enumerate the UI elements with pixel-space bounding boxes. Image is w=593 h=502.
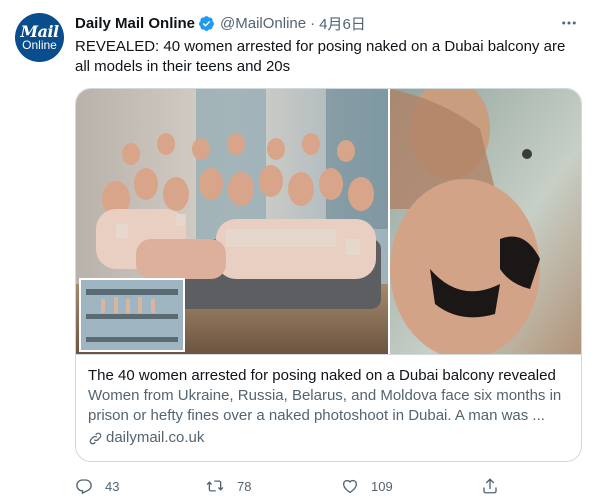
card-image-portrait	[388, 89, 581, 354]
card-domain: dailymail.co.uk	[88, 428, 569, 448]
share-icon	[483, 478, 497, 494]
tweet-text: REVEALED: 40 women arrested for posing n…	[75, 38, 566, 75]
like-button[interactable]: 109	[341, 474, 393, 498]
tweet-date[interactable]: 4月6日	[319, 13, 366, 34]
retweet-button[interactable]: 78	[205, 474, 251, 498]
like-icon	[342, 479, 358, 494]
avatar-logo-line1: Mail	[20, 21, 59, 41]
reply-button[interactable]: 43	[75, 474, 119, 498]
card-title: The 40 women arrested for posing naked o…	[88, 367, 556, 384]
avatar-logo-line2: Online	[22, 37, 57, 52]
card-domain-text: dailymail.co.uk	[106, 429, 205, 446]
retweet-icon	[206, 480, 224, 492]
author-name[interactable]: Daily Mail Online	[75, 15, 195, 32]
card-media[interactable]	[76, 89, 581, 354]
link-card[interactable]: The 40 women arrested for posing naked o…	[75, 88, 582, 462]
card-image-group-photo	[76, 89, 388, 354]
reply-icon	[76, 479, 92, 495]
author-handle[interactable]: @MailOnline	[220, 15, 306, 32]
retweet-count: 78	[237, 478, 252, 494]
like-count: 109	[371, 478, 393, 494]
link-icon	[89, 432, 102, 444]
share-button[interactable]	[481, 474, 511, 498]
separator-dot: ·	[310, 14, 316, 32]
more-icon[interactable]	[557, 11, 581, 35]
card-description: Women from Ukraine, Russia, Belarus, and…	[88, 387, 562, 424]
avatar[interactable]: Mail Online	[15, 13, 64, 62]
card-info[interactable]: The 40 women arrested for posing naked o…	[76, 354, 581, 461]
tweet-actions: 43 78 109	[75, 474, 505, 498]
verified-badge-icon	[198, 15, 215, 32]
reply-count: 43	[105, 478, 120, 494]
tweet-header: Daily Mail Online @MailOnline · 4月6日	[75, 13, 366, 33]
